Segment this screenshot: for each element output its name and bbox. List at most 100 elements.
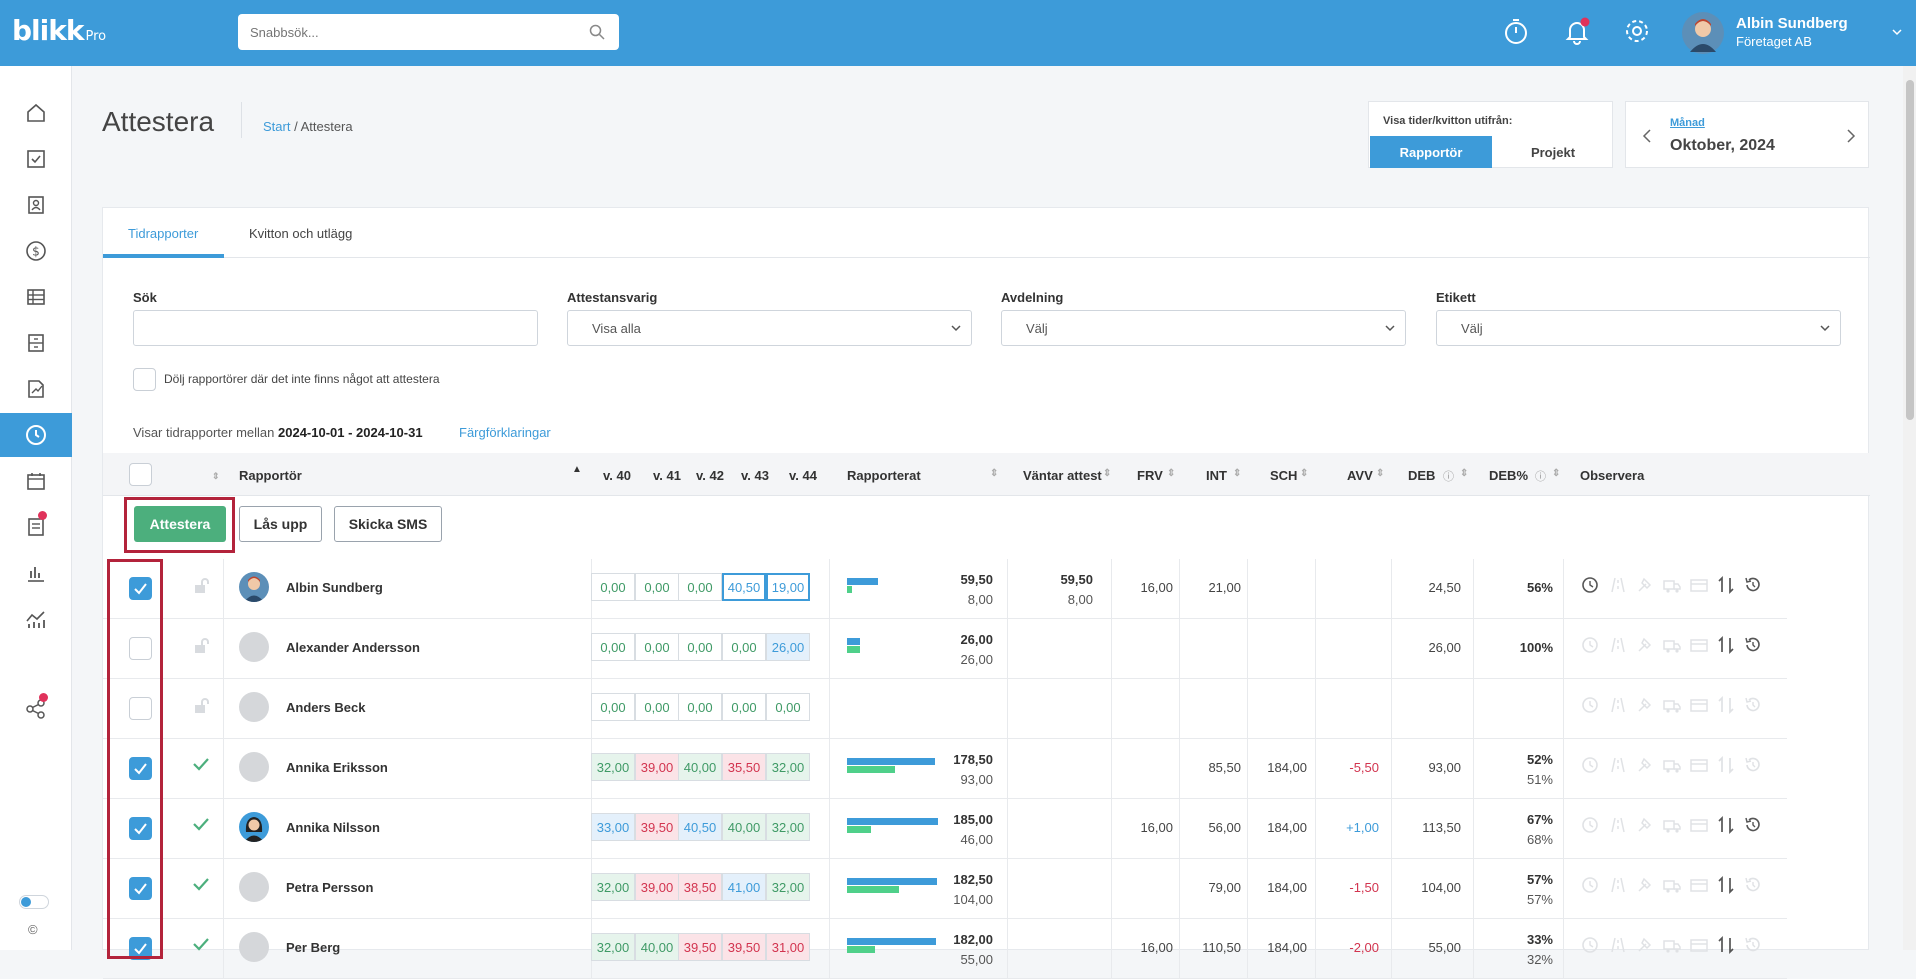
search-input[interactable] — [238, 14, 619, 50]
app-logo[interactable]: blikk Pro — [12, 14, 106, 47]
col-waiting[interactable]: Väntar attest — [1023, 468, 1102, 483]
sidebar-item-share[interactable] — [0, 687, 72, 731]
time-add-icon[interactable] — [1581, 695, 1601, 715]
tools-icon[interactable] — [1635, 815, 1655, 835]
sidebar-item-finance[interactable]: $ — [0, 229, 72, 273]
view-option-reporter[interactable]: Rapportör — [1370, 136, 1492, 168]
sort-arrows-icon[interactable] — [1716, 575, 1736, 595]
bell-icon[interactable] — [1563, 17, 1591, 45]
sort-up-icon[interactable]: ▲ — [572, 464, 582, 475]
col-reported[interactable]: Rapporterat — [847, 468, 921, 483]
road-icon[interactable] — [1608, 875, 1628, 895]
select-all-checkbox[interactable] — [129, 463, 152, 486]
truck-icon[interactable] — [1662, 815, 1682, 835]
week-hours-cell[interactable]: 0,00 — [635, 693, 679, 721]
truck-icon[interactable] — [1662, 755, 1682, 775]
truck-icon[interactable] — [1662, 695, 1682, 715]
chevron-left-icon[interactable] — [1642, 128, 1652, 144]
week-hours-cell[interactable]: 26,00 — [766, 633, 810, 661]
sort-arrows-icon[interactable] — [1716, 635, 1736, 655]
truck-icon[interactable] — [1662, 635, 1682, 655]
col-frv[interactable]: FRV — [1137, 468, 1163, 483]
time-add-icon[interactable] — [1581, 635, 1601, 655]
week-hours-cell[interactable]: 31,00 — [766, 933, 810, 961]
sidebar-item-tasks[interactable] — [0, 137, 72, 181]
road-icon[interactable] — [1608, 575, 1628, 595]
week-hours-cell[interactable]: 33,00 — [591, 813, 635, 841]
col-deb[interactable]: DEB — [1408, 468, 1435, 483]
sidebar-item-analytics[interactable] — [0, 597, 72, 641]
week-hours-cell[interactable]: 40,50 — [722, 573, 766, 601]
reporter-name[interactable]: Alexander Andersson — [286, 640, 420, 655]
card-icon[interactable] — [1689, 695, 1709, 715]
tools-icon[interactable] — [1635, 575, 1655, 595]
history-icon[interactable] — [1743, 875, 1763, 895]
help-icon[interactable]: ⓘ — [1443, 468, 1454, 484]
time-add-icon[interactable] — [1581, 815, 1601, 835]
history-icon[interactable] — [1743, 755, 1763, 775]
week-hours-cell[interactable]: 39,50 — [722, 933, 766, 961]
week-hours-cell[interactable]: 35,50 — [722, 753, 766, 781]
sidebar-item-home[interactable] — [0, 91, 72, 135]
truck-icon[interactable] — [1662, 935, 1682, 955]
week-hours-cell[interactable]: 32,00 — [766, 813, 810, 841]
week-hours-cell[interactable]: 32,00 — [766, 753, 810, 781]
unlocked-lock-icon[interactable] — [193, 698, 211, 714]
history-icon[interactable] — [1743, 935, 1763, 955]
week-hours-cell[interactable]: 39,00 — [635, 873, 679, 901]
week-hours-cell[interactable]: 32,00 — [766, 873, 810, 901]
sidebar-item-reports[interactable] — [0, 551, 72, 595]
week-hours-cell[interactable]: 0,00 — [766, 693, 810, 721]
sort-arrows-icon[interactable] — [1716, 695, 1736, 715]
history-icon[interactable] — [1743, 635, 1763, 655]
col-int[interactable]: INT — [1206, 468, 1227, 483]
week-hours-cell[interactable]: 0,00 — [591, 633, 635, 661]
week-hours-cell[interactable]: 40,50 — [678, 813, 722, 841]
hide-reporters-checkbox[interactable] — [133, 368, 156, 391]
search-icon[interactable] — [589, 24, 605, 40]
sidebar-item-table[interactable] — [0, 275, 72, 319]
col-sch[interactable]: SCH — [1270, 468, 1297, 483]
week-hours-cell[interactable]: 32,00 — [591, 933, 635, 961]
tab-receipts[interactable]: Kvitton och utlägg — [249, 226, 352, 241]
week-hours-cell[interactable]: 38,50 — [678, 873, 722, 901]
road-icon[interactable] — [1608, 755, 1628, 775]
sidebar-item-time[interactable] — [0, 413, 72, 457]
scrollbar[interactable] — [1903, 66, 1916, 950]
breadcrumb-home[interactable]: Start — [263, 119, 290, 134]
sidebar-item-signing[interactable] — [0, 367, 72, 411]
card-icon[interactable] — [1689, 875, 1709, 895]
unlock-button[interactable]: Lås upp — [239, 506, 322, 542]
chevron-down-icon[interactable] — [1892, 28, 1902, 36]
help-icon[interactable]: ⓘ — [1535, 468, 1546, 484]
unlocked-lock-icon[interactable] — [193, 578, 211, 594]
stopwatch-icon[interactable] — [1503, 17, 1529, 45]
deb-sort-icon[interactable]: ⇕ — [1460, 468, 1468, 479]
week-hours-cell[interactable]: 0,00 — [591, 573, 635, 601]
reporter-name[interactable]: Petra Persson — [286, 880, 373, 895]
reporter-name[interactable]: Annika Nilsson — [286, 820, 380, 835]
period-type[interactable]: Månad — [1670, 117, 1705, 129]
road-icon[interactable] — [1608, 695, 1628, 715]
week-hours-cell[interactable]: 32,00 — [591, 753, 635, 781]
col-avv[interactable]: AVV — [1347, 468, 1373, 483]
week-hours-cell[interactable]: 40,00 — [678, 753, 722, 781]
week-hours-cell[interactable]: 40,00 — [722, 813, 766, 841]
user-name[interactable]: Albin Sundberg — [1736, 15, 1848, 32]
sort-arrows-icon[interactable] — [1716, 875, 1736, 895]
week-hours-cell[interactable]: 0,00 — [722, 633, 766, 661]
sidebar-item-contacts[interactable] — [0, 183, 72, 227]
week-hours-cell[interactable]: 39,50 — [635, 813, 679, 841]
sort-arrows-icon[interactable] — [1716, 755, 1736, 775]
user-avatar[interactable] — [1682, 12, 1724, 59]
card-icon[interactable] — [1689, 815, 1709, 835]
debp-sort-icon[interactable]: ⇕ — [1552, 468, 1560, 479]
frv-sort-icon[interactable]: ⇕ — [1167, 468, 1175, 479]
scrollbar-thumb[interactable] — [1906, 80, 1914, 420]
tools-icon[interactable] — [1635, 695, 1655, 715]
card-icon[interactable] — [1689, 575, 1709, 595]
tools-icon[interactable] — [1635, 875, 1655, 895]
week-hours-cell[interactable]: 41,00 — [722, 873, 766, 901]
history-icon[interactable] — [1743, 815, 1763, 835]
card-icon[interactable] — [1689, 635, 1709, 655]
